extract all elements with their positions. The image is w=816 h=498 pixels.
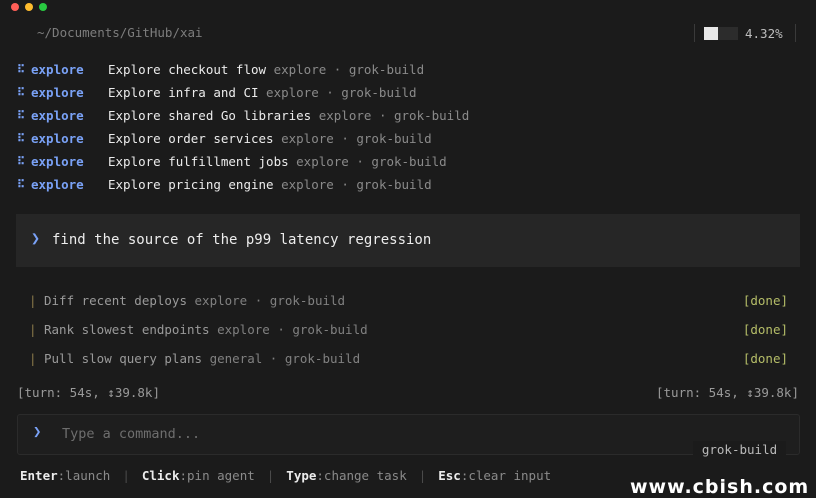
hint-esc: Esc:clear input: [438, 468, 552, 483]
subtask-title: Pull slow query plans: [44, 351, 203, 366]
task-row[interactable]: ⠯ explore Explore pricing engine explore…: [0, 176, 816, 196]
window-minimize-button[interactable]: [25, 3, 33, 11]
branch-icon: ⠯: [17, 86, 26, 99]
subtask-status: [done]: [742, 293, 788, 308]
subtask-row[interactable]: | Pull slow query plans general · grok-b…: [0, 350, 816, 370]
subtask-row[interactable]: | Rank slowest endpoints explore · grok-…: [0, 321, 816, 341]
hint-click: Click:pin agent: [141, 468, 255, 483]
hint-type: Type:change task: [286, 468, 407, 483]
turn-stats-right: [turn: 54s, ↕39.8k]: [656, 385, 799, 400]
task-agent: explore: [31, 177, 84, 192]
branch-icon: ⠯: [17, 109, 26, 122]
subtask-bar-icon: |: [29, 322, 37, 337]
task-agent: explore: [31, 131, 84, 146]
command-input[interactable]: [62, 424, 662, 444]
subtask-title: Rank slowest endpoints: [44, 322, 210, 337]
branch-icon: ⠯: [17, 132, 26, 145]
task-title: Explore infra and CI: [108, 85, 259, 100]
context-usage-fill: [704, 27, 718, 40]
task-meta: explore · grok-build: [281, 177, 432, 192]
task-title: Explore checkout flow: [108, 62, 267, 77]
subtask-bar-icon: |: [29, 351, 37, 366]
task-row[interactable]: ⠯ explore Explore fulfillment jobs explo…: [0, 153, 816, 173]
subtask-status: [done]: [742, 351, 788, 366]
working-directory-path: ~/Documents/GitHub/xai: [37, 25, 203, 40]
turn-stats-left: [turn: 54s, ↕39.8k]: [17, 385, 160, 400]
branch-icon: ⠯: [17, 63, 26, 76]
submitted-prompt-text: find the source of the p99 latency regre…: [52, 232, 432, 248]
subtask-meta: explore · grok-build: [217, 322, 368, 337]
task-title: Explore fulfillment jobs: [108, 154, 289, 169]
task-meta: explore · grok-build: [273, 62, 425, 77]
task-agent: explore: [31, 85, 84, 100]
hint-divider: |: [418, 468, 427, 483]
chevron-right-icon: ❯: [31, 229, 41, 247]
window-close-button[interactable]: [11, 3, 19, 11]
subtask-title: Diff recent deploys: [44, 293, 187, 308]
task-row[interactable]: ⠯ explore Explore shared Go libraries ex…: [0, 107, 816, 127]
task-row[interactable]: ⠯ explore Explore order services explore…: [0, 130, 816, 150]
chevron-right-icon: ❯: [33, 424, 42, 440]
subtask-row[interactable]: | Diff recent deploys explore · grok-bui…: [0, 292, 816, 312]
task-agent: explore: [31, 154, 84, 169]
task-row[interactable]: ⠯ explore Explore checkout flow explore …: [0, 61, 816, 81]
task-title: Explore order services: [108, 131, 274, 146]
subtask-meta: general · grok-build: [209, 351, 361, 366]
task-agent: explore: [31, 108, 84, 123]
task-row[interactable]: ⠯ explore Explore infra and CI explore ·…: [0, 84, 816, 104]
window-maximize-button[interactable]: [39, 3, 47, 11]
usage-divider-right: [795, 24, 796, 42]
branch-icon: ⠯: [17, 178, 26, 191]
usage-divider-left: [694, 24, 695, 42]
context-usage-percent: 4.32%: [745, 26, 783, 41]
task-meta: explore · grok-build: [266, 85, 417, 100]
hint-enter: Enter:launch: [20, 468, 111, 483]
watermark: www.cbish.com: [630, 476, 810, 498]
task-meta: explore · grok-build: [281, 131, 432, 146]
subtask-status: [done]: [742, 322, 788, 337]
task-title: Explore pricing engine: [108, 177, 274, 192]
context-usage-bar: [704, 27, 738, 40]
subtask-bar-icon: |: [29, 293, 37, 308]
task-meta: explore · grok-build: [318, 108, 470, 123]
hint-divider: |: [122, 468, 130, 483]
task-agent: explore: [31, 62, 84, 77]
keyboard-hints: Enter:launch | Click:pin agent | Type:change…: [20, 468, 551, 483]
branch-icon: ⠯: [17, 155, 26, 168]
subtask-meta: explore · grok-build: [194, 293, 346, 308]
task-title: Explore shared Go libraries: [108, 108, 312, 123]
hint-divider: |: [266, 468, 275, 483]
task-meta: explore · grok-build: [296, 154, 447, 169]
active-agent-label[interactable]: grok-build: [693, 441, 786, 461]
